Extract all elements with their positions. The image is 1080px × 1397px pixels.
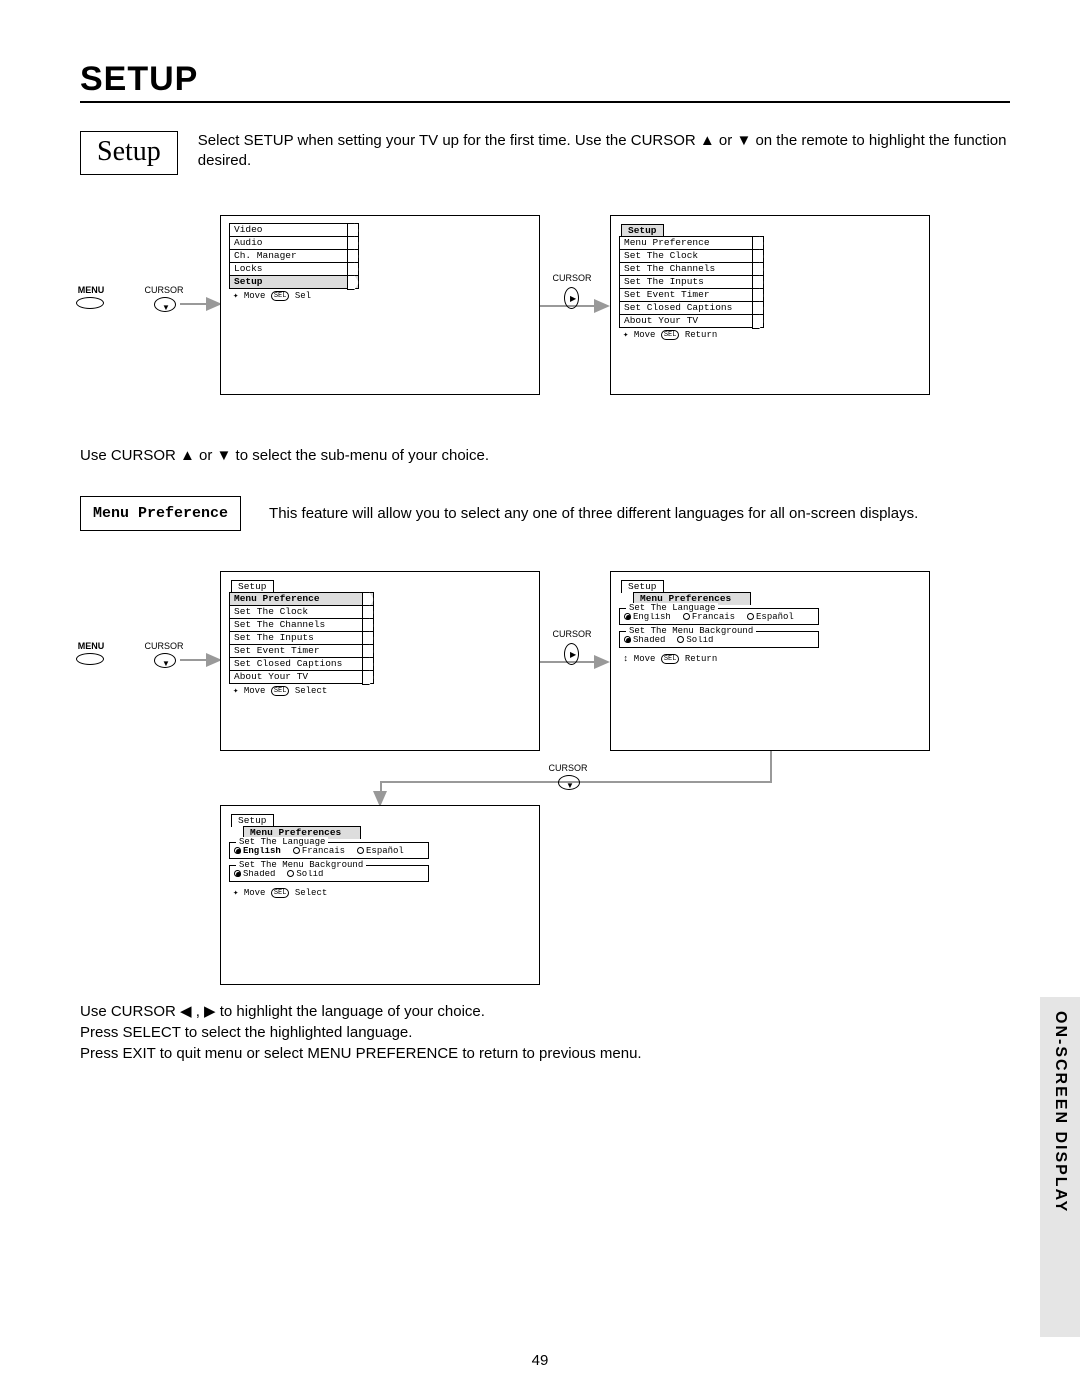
cursor-label-1: CURSOR [142,285,186,295]
footer-instructions: Use CURSOR ◀ , ▶ to highlight the langua… [80,1001,1010,1064]
menu-item: Locks [229,262,359,276]
cursor-label-4: CURSOR [550,629,594,639]
page-number: 49 [0,1352,1080,1369]
menu-item: Video [229,223,359,237]
menu-item: Set The Channels [619,262,764,276]
radio-option: Shaded [234,869,275,879]
osd-hint: ✦ Move SEL Return [623,330,764,340]
radio-option: Francais [683,612,735,622]
cursor-right-icon: ▶ [564,287,579,309]
menu-item: Set The Channels [229,618,374,632]
language-group: Set The LanguageEnglishFrancaisEspañol [619,608,819,625]
menu-item: Setup [229,275,359,289]
menu-item: Audio [229,236,359,250]
radio-option: Francais [293,846,345,856]
page-title: SETUP [80,60,1010,103]
radio-option: Solid [287,869,323,879]
mid-instruction: Use CURSOR ▲ or ▼ to select the sub-menu… [80,445,1010,466]
footer-line-2: Press SELECT to select the highlighted l… [80,1022,1010,1043]
menu-item: Set Event Timer [619,288,764,302]
menu-preference-text: This feature will allow you to select an… [269,505,1010,522]
cursor-right-icon-2: ▶ [564,643,579,665]
menu-item: Set The Clock [619,249,764,263]
cursor-down-icon-2: ▼ [154,653,176,668]
osd-screen-menu-preferences: SetupMenu PreferencesSet The LanguageEng… [610,571,930,751]
cursor-down-icon-3: ▼ [558,775,580,790]
footer-line-1: Use CURSOR ◀ , ▶ to highlight the langua… [80,1001,1010,1022]
menu-item: Menu Preference [619,236,764,250]
side-tab-label: ON-SCREEN DISPLAY [1051,1011,1069,1213]
cursor-label-5: CURSOR [546,763,590,773]
cursor-label-3: CURSOR [142,641,186,651]
osd-screen-setup-highlight: SetupMenu PreferenceSet The ClockSet The… [220,571,540,751]
menu-button-icon [76,297,104,309]
menu-item: Set The Inputs [229,631,374,645]
footer-line-3: Press EXIT to quit menu or select MENU P… [80,1043,1010,1064]
radio-option: Español [357,846,404,856]
menu-item: Set The Clock [229,605,374,619]
osd-hint: ✦ Move SEL Select [233,888,429,898]
background-group: Set The Menu BackgroundShadedSolid [229,865,429,882]
menu-item: About Your TV [229,670,374,684]
osd-hint: ✦ Move SEL Select [233,686,374,696]
radio-option: English [234,846,281,856]
menu-item: Set Closed Captions [619,301,764,315]
background-group: Set The Menu BackgroundShadedSolid [619,631,819,648]
cursor-down-icon: ▼ [154,297,176,312]
menu-item: About Your TV [619,314,764,328]
menu-button-label: MENU [74,285,108,295]
language-group: Set The LanguageEnglishFrancaisEspañol [229,842,429,859]
radio-option: Español [747,612,794,622]
menu-button-label-2: MENU [74,641,108,651]
section-side-tab: ON-SCREEN DISPLAY [1040,997,1080,1337]
flow-section-2: MENU CURSOR ▼ SetupMenu PreferenceSet Th… [80,571,1010,991]
osd-hint: ✦ Move SEL Sel [233,291,359,301]
flow-row-1: MENU CURSOR ▼ VideoAudioCh. ManagerLocks… [80,215,1010,415]
osd-screen-menu-preferences-select: SetupMenu PreferencesSet The LanguageEng… [220,805,540,985]
osd-screen-setup-menu: SetupMenu PreferenceSet The ClockSet The… [610,215,930,395]
menu-item: Menu Preference [229,592,374,606]
menu-button-icon-2 [76,653,104,665]
osd-hint: ↕ Move SEL Return [623,654,819,664]
menu-preference-heading-box: Menu Preference [80,496,241,531]
menu-item: Set Event Timer [229,644,374,658]
cursor-label-2: CURSOR [550,273,594,283]
radio-option: Shaded [624,635,665,645]
setup-heading-box: Setup [80,131,178,175]
intro-text: Select SETUP when setting your TV up for… [198,131,1010,172]
menu-item: Ch. Manager [229,249,359,263]
menu-item: Set The Inputs [619,275,764,289]
osd-screen-main-menu: VideoAudioCh. ManagerLocksSetup ✦ Move SE… [220,215,540,395]
radio-option: English [624,612,671,622]
menu-item: Set Closed Captions [229,657,374,671]
radio-option: Solid [677,635,713,645]
